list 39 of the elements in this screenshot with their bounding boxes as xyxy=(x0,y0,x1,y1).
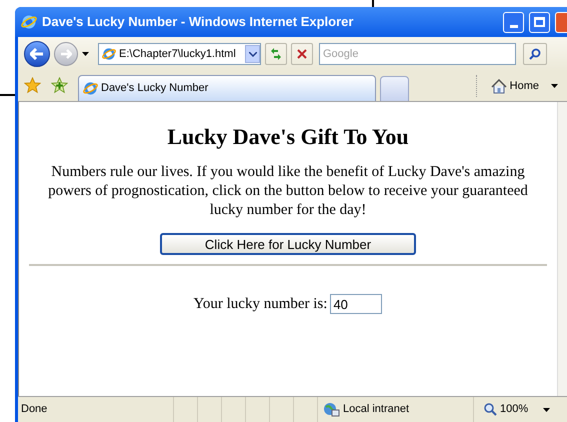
globe-computer-icon xyxy=(323,402,340,418)
house-icon xyxy=(490,78,507,94)
close-button[interactable] xyxy=(555,12,567,32)
ie-page-icon xyxy=(83,81,98,96)
minimize-button[interactable] xyxy=(503,12,524,32)
result-field[interactable]: 40 xyxy=(330,294,382,314)
address-field[interactable]: E:\Chapter7\lucky1.html xyxy=(98,43,261,65)
ie-page-icon xyxy=(102,47,116,61)
search-field[interactable]: Google xyxy=(319,43,516,65)
forward-arrow-icon xyxy=(60,49,72,59)
refresh-button[interactable] xyxy=(265,43,287,65)
intro-paragraph: Numbers rule our lives. If you would like the benefit of Lucky Dave's amazing powers of prognostication, click on the button below to receive your guaranteed lucky number for the day! xyxy=(47,163,529,220)
home-button[interactable]: Home xyxy=(490,78,539,94)
zoom-icon[interactable] xyxy=(484,403,497,416)
chevron-down-icon xyxy=(248,52,256,56)
search-button[interactable] xyxy=(523,43,547,65)
stop-button[interactable] xyxy=(291,43,313,65)
status-text: Done xyxy=(20,402,48,418)
dropdown-arrow-icon[interactable] xyxy=(543,408,550,412)
close-x-icon xyxy=(297,49,307,59)
ie-logo-icon xyxy=(21,14,37,30)
browser-tab[interactable]: Dave's Lucky Number xyxy=(78,75,376,101)
window-title: Dave's Lucky Number - Windows Internet Explorer xyxy=(42,13,354,32)
address-dropdown-button[interactable] xyxy=(245,45,260,63)
dropdown-arrow-icon[interactable] xyxy=(82,52,89,56)
security-zone: Local intranet xyxy=(343,402,410,418)
maximize-button[interactable] xyxy=(529,12,550,32)
lucky-number-button[interactable]: Click Here for Lucky Number xyxy=(160,233,416,255)
add-favorite-icon[interactable] xyxy=(51,77,68,94)
leader-line xyxy=(0,94,16,96)
result-label: Your lucky number is: xyxy=(194,295,328,314)
page-heading: Lucky Dave's Gift To You xyxy=(167,123,409,151)
dropdown-arrow-icon[interactable] xyxy=(551,84,558,88)
zoom-level[interactable]: 100% xyxy=(500,401,528,418)
back-arrow-icon xyxy=(30,48,44,60)
search-icon xyxy=(529,48,541,60)
back-button[interactable] xyxy=(24,41,50,67)
refresh-arrows-icon xyxy=(269,48,283,60)
favorites-star-icon[interactable] xyxy=(24,77,41,94)
